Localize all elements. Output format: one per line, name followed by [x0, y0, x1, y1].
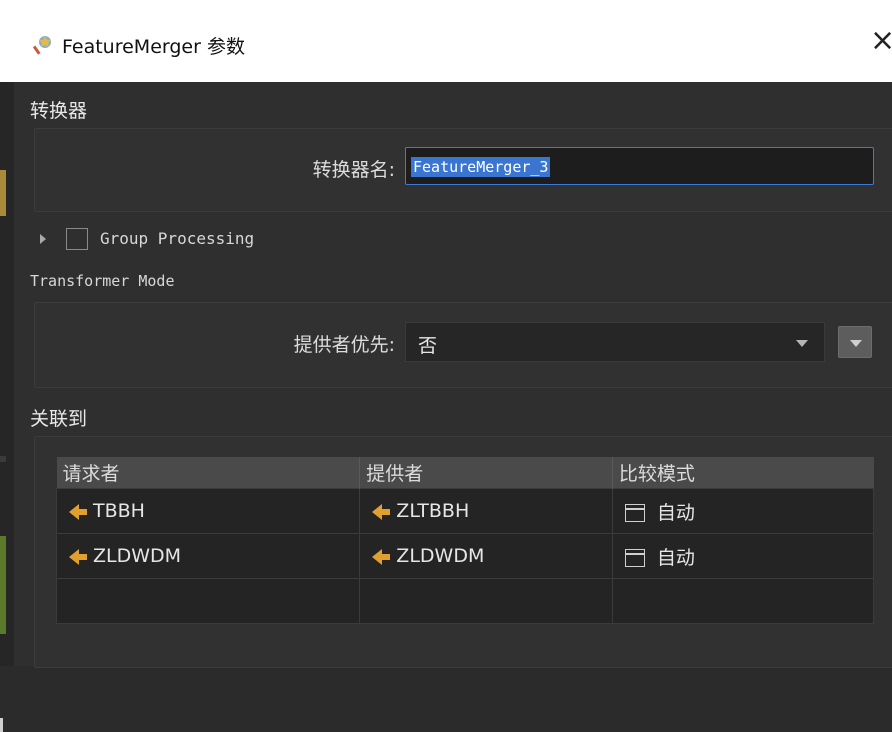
- table-header-row: 请求者 提供者 比较模式: [56, 457, 874, 489]
- requestor-cell[interactable]: [55, 578, 361, 624]
- transformer-wand-icon: [32, 36, 51, 55]
- title-bar: FeatureMerger 参数 ×: [0, 0, 892, 82]
- supplier-first-value: 否: [418, 335, 438, 357]
- edge-marker: [0, 170, 6, 216]
- compare-mode-value: 自动: [656, 501, 695, 524]
- table-row: ZLDWDM ZLDWDM 自动: [55, 533, 875, 579]
- requestor-attribute: TBBH: [93, 500, 145, 522]
- edge-marker: [0, 536, 6, 634]
- section-heading-join: 关联到: [30, 408, 88, 430]
- table-row: [55, 578, 875, 624]
- group-processing-checkbox[interactable]: [66, 228, 88, 250]
- window-icon: [624, 549, 645, 567]
- attribute-arrow-icon: [372, 548, 391, 565]
- supplier-attribute: ZLDWDM: [396, 545, 485, 567]
- attribute-arrow-icon: [69, 548, 87, 565]
- edge-marker: [0, 456, 6, 462]
- requestor-cell[interactable]: ZLDWDM: [55, 533, 361, 579]
- table-row: TBBH ZLTBBH 自动: [55, 488, 875, 534]
- window-icon: [624, 504, 645, 522]
- requestor-cell[interactable]: TBBH: [55, 488, 361, 534]
- supplier-first-select[interactable]: 否: [405, 322, 825, 362]
- section-heading-transformer-mode: Transformer Mode: [30, 272, 175, 290]
- column-header-requestor[interactable]: 请求者: [56, 457, 361, 489]
- group-processing-label: Group Processing: [100, 229, 255, 248]
- transformer-name-label: 转换器名:: [312, 159, 395, 181]
- join-table: 请求者 提供者 比较模式 TBBH ZLTBBH 自动 ZLDWDM ZLDWD…: [55, 457, 875, 624]
- window-title: FeatureMerger 参数: [62, 36, 245, 58]
- left-edge: [0, 82, 14, 732]
- edge-marker: [0, 718, 3, 732]
- chevron-down-icon: [850, 340, 862, 347]
- compare-mode-value: 自动: [656, 546, 695, 569]
- section-heading-transformer: 转换器: [30, 100, 88, 122]
- supplier-cell[interactable]: ZLDWDM: [359, 533, 613, 579]
- column-header-compare-mode[interactable]: 比较模式: [612, 457, 874, 489]
- compare-mode-cell[interactable]: 自动: [611, 488, 875, 534]
- supplier-attribute: ZLTBBH: [396, 500, 470, 522]
- attribute-arrow-icon: [372, 503, 391, 520]
- supplier-cell[interactable]: ZLTBBH: [359, 488, 613, 534]
- chevron-down-icon: [796, 340, 808, 347]
- requestor-attribute: ZLDWDM: [93, 545, 182, 567]
- attribute-arrow-icon: [69, 503, 87, 520]
- expand-arrow-icon[interactable]: [40, 234, 46, 244]
- parameter-menu-button[interactable]: [838, 326, 872, 358]
- close-button[interactable]: ×: [870, 26, 892, 56]
- supplier-cell[interactable]: [359, 578, 613, 624]
- column-header-supplier[interactable]: 提供者: [359, 457, 613, 489]
- compare-mode-cell[interactable]: 自动: [611, 533, 875, 579]
- compare-mode-cell[interactable]: [611, 578, 875, 624]
- transformer-name-value: FeatureMerger_3: [411, 157, 551, 177]
- transformer-name-input[interactable]: FeatureMerger_3: [405, 147, 874, 185]
- supplier-first-label: 提供者优先:: [293, 334, 395, 356]
